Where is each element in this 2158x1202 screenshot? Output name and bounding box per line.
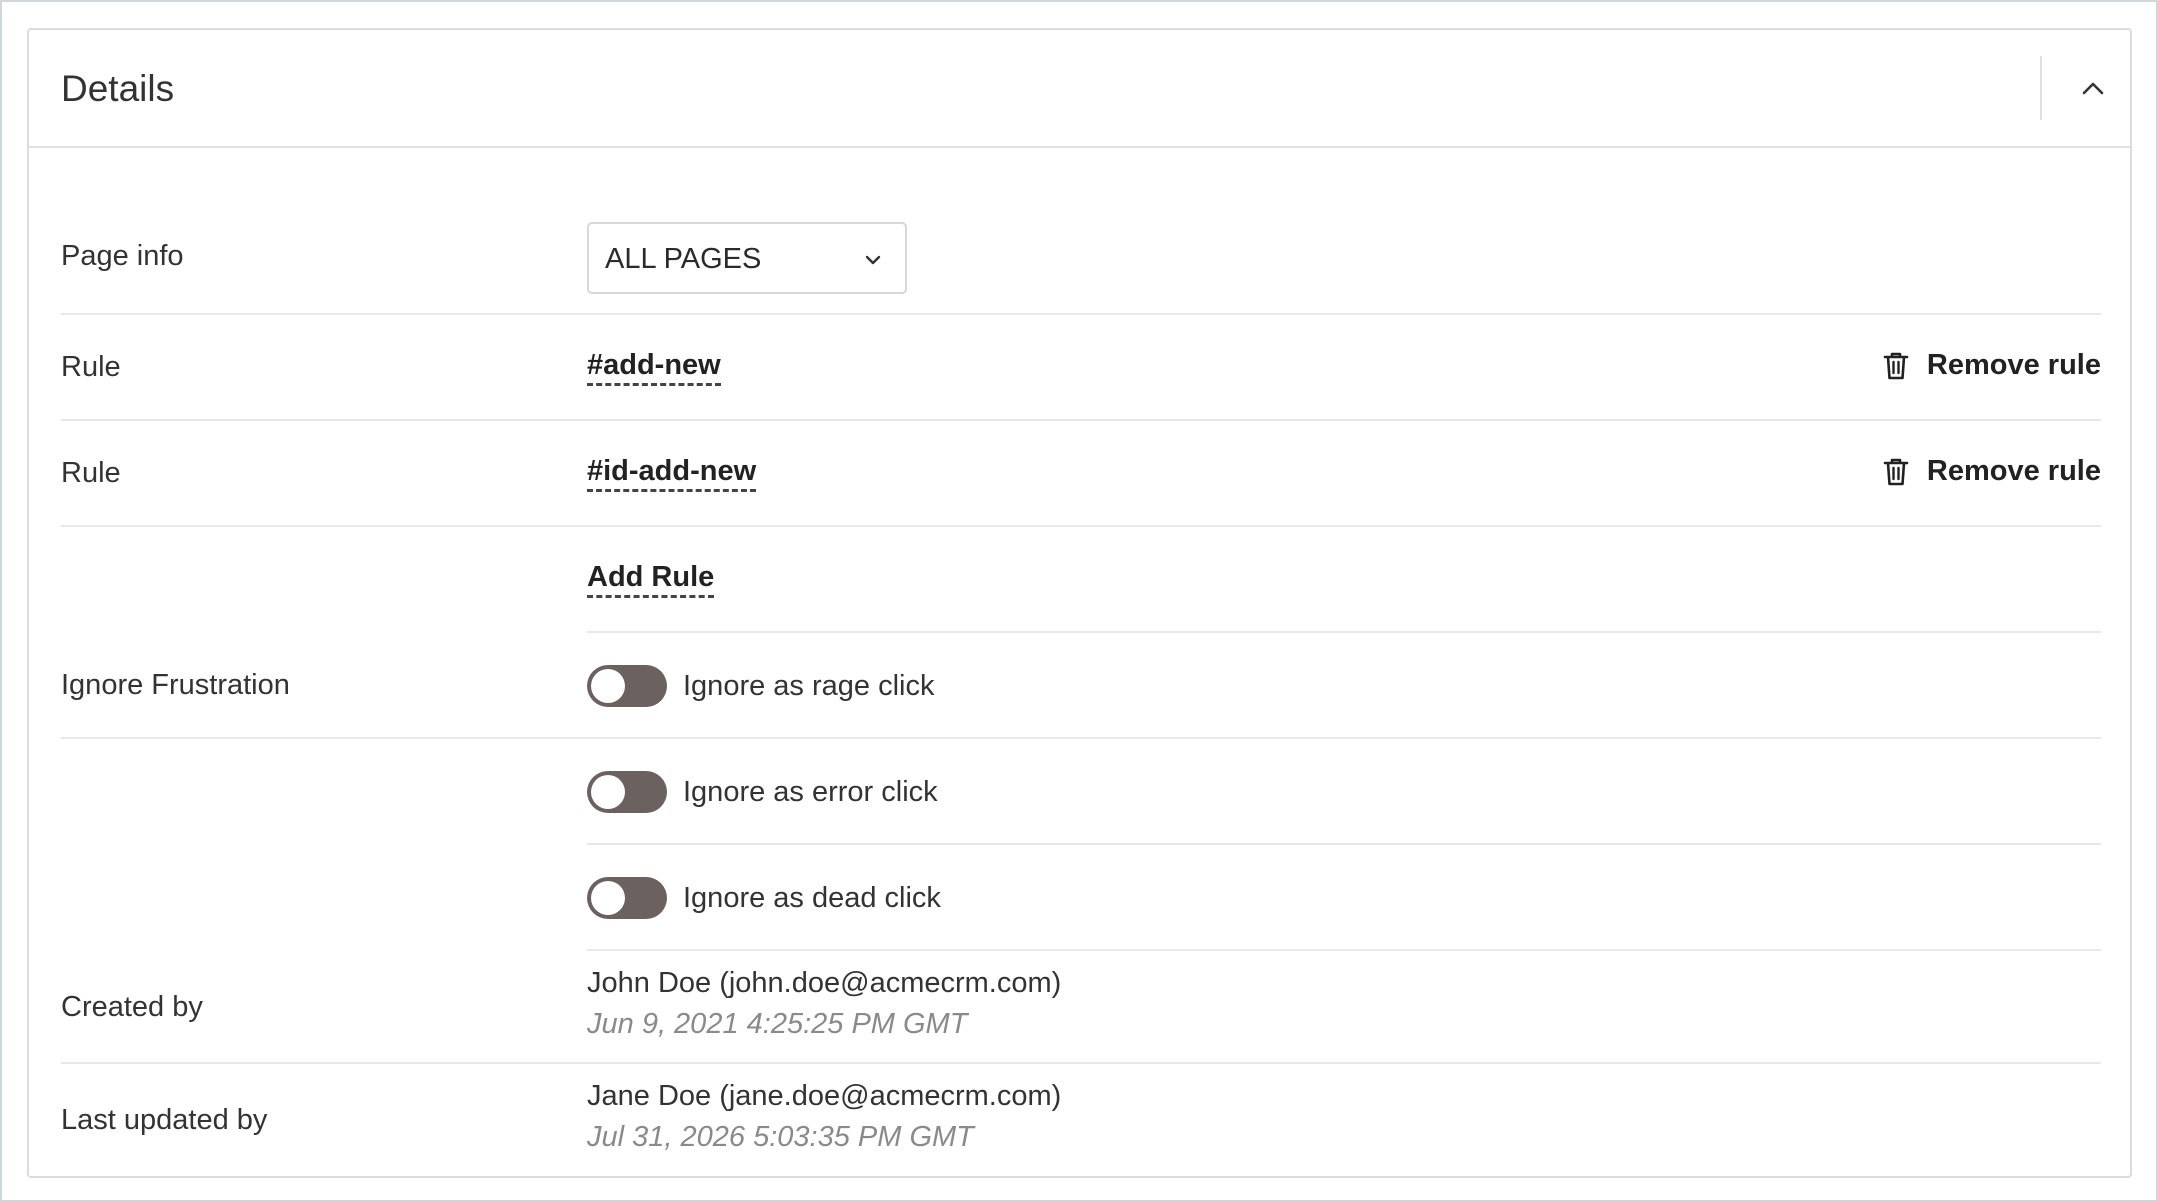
frustration-row: Ignore Frustration Ignore as rage click	[61, 633, 2101, 739]
frustration-row: Ignore as dead click	[587, 845, 2101, 951]
trash-icon	[1883, 458, 1909, 485]
created-date: Jun 9, 2021 4:25:25 PM GMT	[587, 1008, 968, 1040]
toggle-knob	[591, 881, 625, 915]
add-rule-wrap: Add Rule	[587, 561, 715, 598]
page-scope-select[interactable]: ALL PAGES	[587, 222, 907, 294]
toggle-knob	[591, 775, 625, 809]
dead-click-toggle-wrap: Ignore as dead click	[587, 877, 941, 919]
updated-by-value: Jane Doe (jane.doe@acmecrm.com) Jul 31, …	[587, 1080, 1061, 1154]
remove-rule-label: Remove rule	[1926, 349, 2101, 381]
trash-icon	[1883, 352, 1909, 379]
window-frame: Details Page info ALL PAGES Rule #add-ne	[0, 0, 2158, 1202]
error-click-toggle-wrap: Ignore as error click	[587, 771, 938, 813]
rule-value-link[interactable]: #id-add-new	[587, 455, 757, 492]
remove-rule-button[interactable]: Remove rule	[1883, 349, 2101, 382]
rule-row: Rule #add-new Remove rule	[61, 315, 2101, 421]
dead-click-label: Ignore as dead click	[683, 881, 941, 914]
created-by-label: Created by	[61, 991, 203, 1023]
rule-value-wrap: #id-add-new	[587, 455, 757, 492]
error-click-toggle[interactable]	[587, 771, 667, 813]
remove-rule-button[interactable]: Remove rule	[1883, 455, 2101, 488]
frustration-row: Ignore as error click	[587, 739, 2101, 845]
page-info-label: Page info	[61, 240, 184, 272]
updated-by-row: Last updated by Jane Doe (jane.doe@acmec…	[61, 1064, 2101, 1176]
toggle-knob	[591, 669, 625, 703]
add-rule-link[interactable]: Add Rule	[587, 561, 715, 598]
rage-click-toggle[interactable]	[587, 665, 667, 707]
created-by-name: John Doe (john.doe@acmecrm.com)	[587, 967, 1062, 999]
header-divider	[2040, 56, 2042, 120]
rule-row: Rule #id-add-new Remove rule	[61, 421, 2101, 527]
page-info-row: Page info ALL PAGES	[61, 168, 2101, 315]
rule-label: Rule	[61, 351, 121, 383]
chevron-down-icon	[865, 255, 881, 265]
error-click-label: Ignore as error click	[683, 775, 938, 808]
frustration-label: Ignore Frustration	[61, 669, 290, 701]
rule-value-link[interactable]: #add-new	[587, 349, 721, 386]
panel-title: Details	[61, 68, 175, 109]
updated-by-name: Jane Doe (jane.doe@acmecrm.com)	[587, 1080, 1062, 1112]
panel-header: Details	[29, 30, 2130, 148]
created-by-value: John Doe (john.doe@acmecrm.com) Jun 9, 2…	[587, 967, 1061, 1041]
created-by-row: Created by John Doe (john.doe@acmecrm.co…	[61, 951, 2101, 1064]
dead-click-toggle[interactable]	[587, 877, 667, 919]
updated-date: Jul 31, 2026 5:03:35 PM GMT	[587, 1121, 974, 1153]
details-panel: Details Page info ALL PAGES Rule #add-ne	[27, 28, 2132, 1178]
add-rule-row: Add Rule	[587, 527, 2101, 633]
rule-value-wrap: #add-new	[587, 349, 721, 386]
collapse-button[interactable]	[2073, 68, 2113, 108]
rage-click-toggle-wrap: Ignore as rage click	[587, 665, 934, 707]
page-scope-value: ALL PAGES	[605, 243, 762, 275]
updated-by-label: Last updated by	[61, 1104, 268, 1136]
chevron-up-icon	[2082, 82, 2104, 95]
remove-rule-label: Remove rule	[1926, 455, 2101, 487]
rule-label: Rule	[61, 457, 121, 489]
rage-click-label: Ignore as rage click	[683, 669, 935, 702]
